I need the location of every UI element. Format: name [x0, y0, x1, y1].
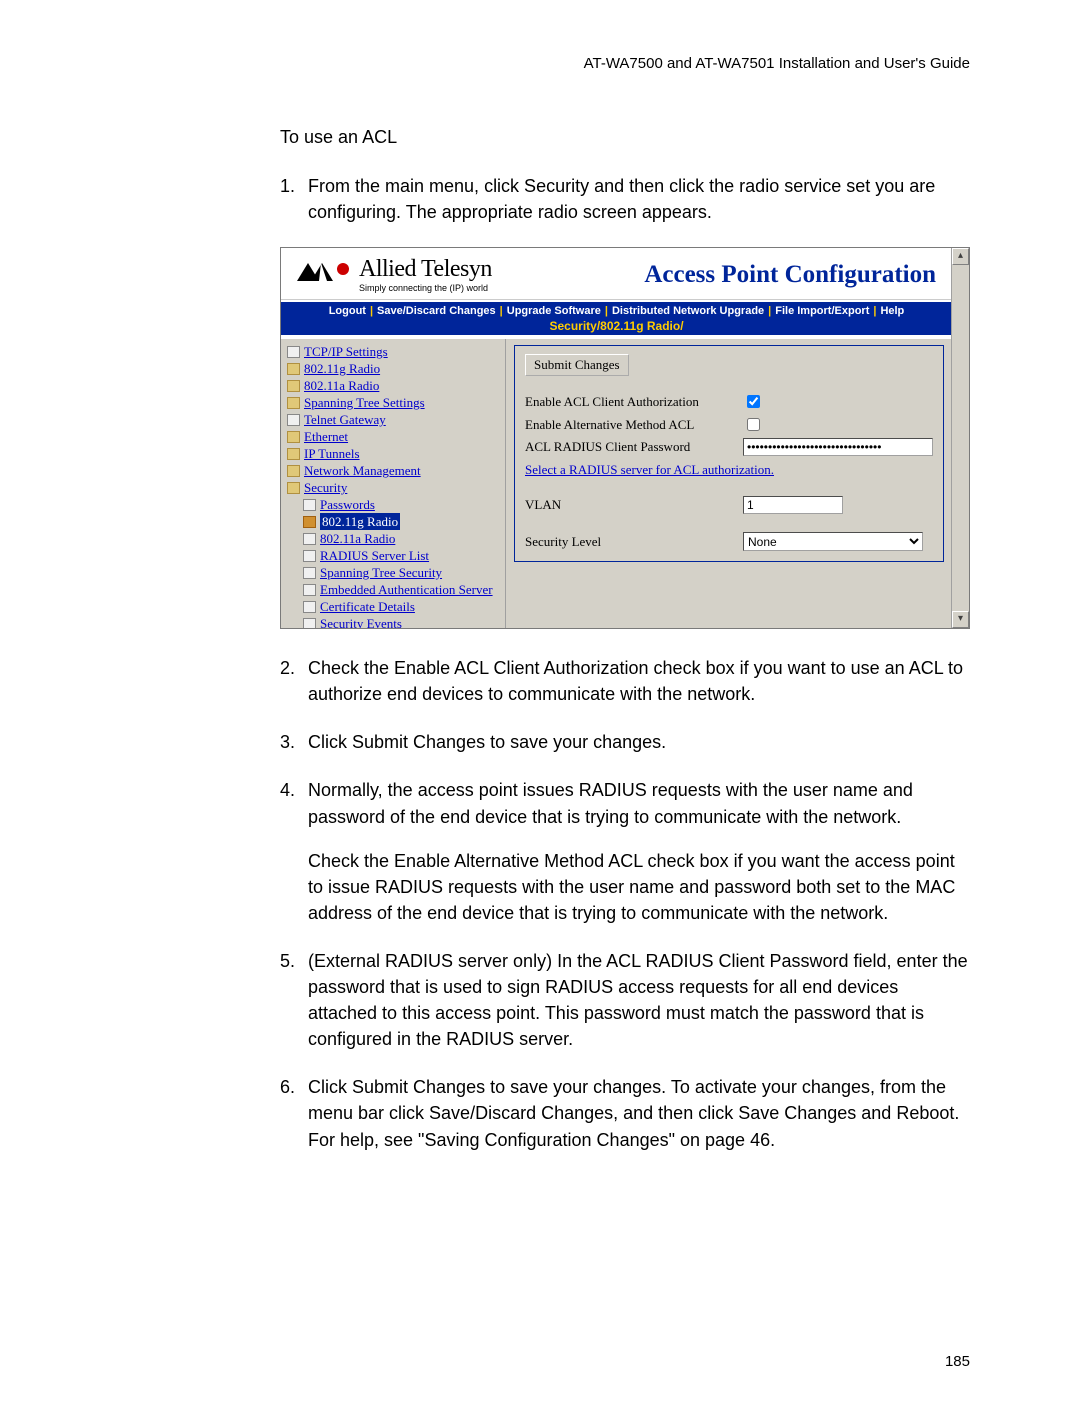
nav-r11g[interactable]: 802.11g Radio	[304, 360, 380, 377]
folder-icon	[287, 431, 300, 443]
input-vlan[interactable]	[743, 496, 843, 514]
checkbox-enable-alt[interactable]	[747, 418, 760, 431]
nav-tree: TCP/IP Settings 802.11g Radio 802.11a Ra…	[281, 339, 505, 629]
file-icon	[287, 346, 300, 358]
file-icon	[303, 618, 316, 630]
file-icon	[303, 584, 316, 596]
scroll-down-icon[interactable]: ▾	[952, 611, 969, 628]
brand-name: Allied Telesyn	[359, 256, 492, 283]
list-number: 2.	[280, 655, 308, 707]
file-icon	[303, 567, 316, 579]
file-icon	[303, 499, 316, 511]
folder-icon	[287, 380, 300, 392]
folder-icon	[287, 482, 300, 494]
nav-spansec[interactable]: Spanning Tree Security	[320, 564, 442, 581]
menu-upgrade[interactable]: Upgrade Software	[505, 305, 603, 317]
section-title: To use an ACL	[280, 127, 970, 148]
banner: Allied Telesyn Simply connecting the (IP…	[281, 248, 952, 300]
nav-sec-r11a[interactable]: 802.11a Radio	[320, 530, 395, 547]
step-text: Check the Enable ACL Client Authorizatio…	[308, 655, 970, 707]
scrollbar[interactable]: ▴ ▾	[951, 248, 969, 628]
list-number: 4.	[280, 777, 308, 925]
label-enable-acl: Enable ACL Client Authorization	[525, 394, 743, 410]
list-number: 6.	[280, 1074, 308, 1152]
brand-sub: Simply connecting the (IP) world	[359, 283, 492, 293]
file-icon	[303, 550, 316, 562]
step-text: Normally, the access point issues RADIUS…	[308, 777, 970, 925]
menu-dist[interactable]: Distributed Network Upgrade	[610, 305, 766, 317]
nav-r11a[interactable]: 802.11a Radio	[304, 377, 379, 394]
nav-secev[interactable]: Security Events	[320, 615, 402, 629]
nav-spanning[interactable]: Spanning Tree Settings	[304, 394, 425, 411]
menu-save[interactable]: Save/Discard Changes	[375, 305, 498, 317]
select-seclvl[interactable]: None	[743, 532, 923, 551]
submit-button[interactable]: Submit Changes	[525, 354, 629, 376]
list-number: 3.	[280, 729, 308, 755]
menu-help[interactable]: Help	[878, 305, 906, 317]
label-vlan: VLAN	[525, 497, 743, 513]
input-acl-pwd[interactable]	[743, 438, 933, 456]
config-screenshot: Allied Telesyn Simply connecting the (IP…	[280, 247, 970, 629]
nav-eas[interactable]: Embedded Authentication Server	[320, 581, 493, 598]
nav-cert[interactable]: Certificate Details	[320, 598, 415, 615]
label-enable-alt: Enable Alternative Method ACL	[525, 417, 743, 433]
form-group: Submit Changes Enable ACL Client Authori…	[514, 345, 944, 562]
nav-sec-r11g[interactable]: 802.11g Radio	[320, 513, 400, 530]
folder-icon	[287, 465, 300, 477]
file-icon	[303, 601, 316, 613]
breadcrumb: Security/802.11g Radio/	[281, 317, 952, 333]
folder-icon	[287, 448, 300, 460]
logo-icon	[297, 261, 353, 288]
file-icon	[303, 533, 316, 545]
nav-tcpip[interactable]: TCP/IP Settings	[304, 343, 388, 360]
nav-telnet[interactable]: Telnet Gateway	[304, 411, 386, 428]
label-acl-pwd: ACL RADIUS Client Password	[525, 439, 743, 455]
banner-title: Access Point Configuration	[644, 261, 936, 289]
nav-iptun[interactable]: IP Tunnels	[304, 445, 360, 462]
checkbox-enable-acl[interactable]	[747, 395, 760, 408]
link-select-radius[interactable]: Select a RADIUS server for ACL authoriza…	[525, 462, 774, 477]
step-text: Click Submit Changes to save your change…	[308, 1074, 970, 1152]
list-number: 1.	[280, 173, 308, 225]
menu-bar: Logout|Save/Discard Changes|Upgrade Soft…	[281, 300, 952, 335]
file-icon	[287, 414, 300, 426]
step-text: (External RADIUS server only) In the ACL…	[308, 948, 970, 1052]
scroll-up-icon[interactable]: ▴	[952, 248, 969, 265]
list-number: 5.	[280, 948, 308, 1052]
nav-security[interactable]: Security	[304, 479, 347, 496]
menu-file[interactable]: File Import/Export	[773, 305, 871, 317]
menu-logout[interactable]: Logout	[327, 305, 368, 317]
step-text: From the main menu, click Security and t…	[308, 173, 970, 225]
page-header: AT-WA7500 and AT-WA7501 Installation and…	[110, 55, 970, 72]
file-icon	[303, 516, 316, 528]
step-text: Click Submit Changes to save your change…	[308, 729, 970, 755]
page-number: 185	[110, 1353, 970, 1370]
main-panel: Submit Changes Enable ACL Client Authori…	[505, 339, 952, 629]
folder-icon	[287, 363, 300, 375]
nav-passwords[interactable]: Passwords	[320, 496, 375, 513]
folder-icon	[287, 397, 300, 409]
nav-netmgmt[interactable]: Network Management	[304, 462, 421, 479]
nav-radius[interactable]: RADIUS Server List	[320, 547, 429, 564]
label-seclvl: Security Level	[525, 534, 743, 550]
nav-ethernet[interactable]: Ethernet	[304, 428, 348, 445]
